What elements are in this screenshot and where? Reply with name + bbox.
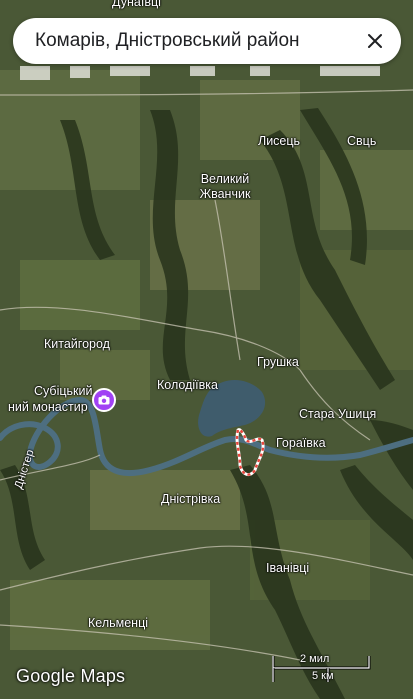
place-label-svts[interactable]: Свць (347, 134, 376, 149)
place-label-kolodiivka[interactable]: Колодіївка (157, 378, 218, 393)
place-label-hrushka[interactable]: Грушка (257, 355, 299, 370)
place-label-kytaihorod[interactable]: Китайгород (44, 337, 110, 352)
scale-miles-label: 2 мил (300, 653, 330, 665)
place-label-dunaivtsi[interactable]: Дунаївці (112, 0, 161, 10)
search-query-text[interactable]: Комарів, Дністровський район (35, 30, 355, 52)
close-button[interactable] (355, 21, 395, 61)
scale-bar[interactable]: 2 мил 5 км (272, 652, 372, 686)
place-label-horaivka[interactable]: Гораївка (276, 436, 326, 451)
place-label-stara-ushytsia[interactable]: Стара Ушиця (299, 407, 376, 422)
poi-label-monastyr[interactable]: ний монастир (8, 400, 88, 415)
google-maps-watermark: Google Maps (16, 666, 126, 686)
place-label-kelmentsi[interactable]: Кельменці (88, 616, 148, 631)
scale-km-label: 5 км (312, 670, 334, 682)
close-icon (368, 34, 382, 48)
poi-pin[interactable] (92, 388, 116, 412)
camera-icon (98, 395, 110, 405)
place-label-velykyi-zhvanchyk[interactable]: Великий Жванчик (190, 172, 260, 202)
search-bar[interactable]: Комарів, Дністровський район (13, 18, 401, 64)
place-label-dnistrivka[interactable]: Дністрівка (161, 492, 220, 507)
place-label-lysets[interactable]: Лисець (258, 134, 300, 149)
place-label-ivanivtsi[interactable]: Іванівці (266, 561, 309, 576)
poi-label-subitskyi[interactable]: Субіцький (34, 384, 92, 399)
